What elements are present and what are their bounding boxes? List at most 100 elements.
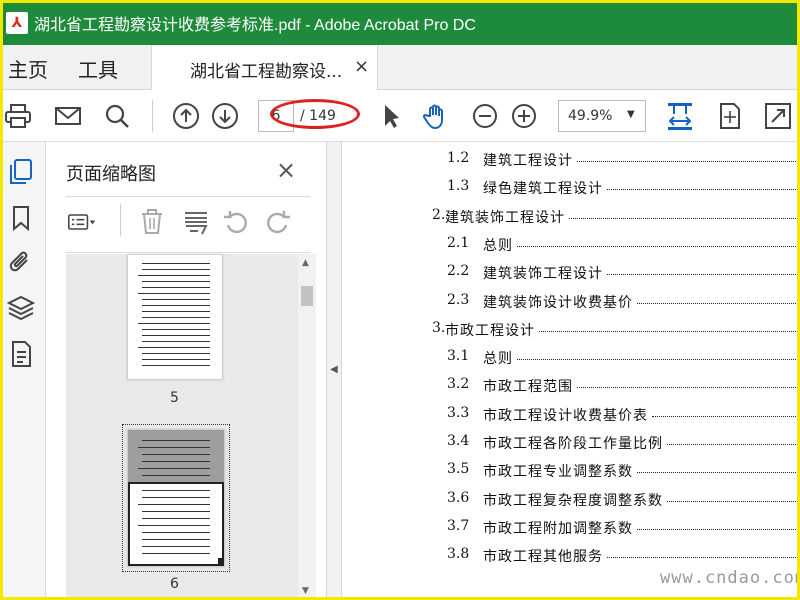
menu-home[interactable]: 主页: [8, 54, 48, 83]
email-icon[interactable]: [54, 102, 82, 130]
rotate-view-icon[interactable]: [716, 102, 744, 130]
toc-number: 3.2: [447, 376, 470, 393]
insert-page-icon[interactable]: [182, 208, 210, 236]
toc-number: 1.2: [447, 150, 470, 166]
toc-title: 市政工程附加调整系数: [483, 520, 633, 537]
document-view[interactable]: 1.2 建筑工程设计 1.3 绿色建筑工程设计 2. 建筑装饰工程设计 2.1 总则 2.2 建筑…: [342, 142, 800, 600]
thumbnail-text-line: [142, 317, 210, 318]
thumbnail-panel: 页面缩略图 × 5 6 ▲ ▼: [46, 142, 326, 600]
thumbnail-options-icon[interactable]: [68, 208, 96, 236]
toc-number: 2.: [432, 206, 446, 223]
toc-leader-dots: [539, 330, 800, 332]
rotate-left-icon[interactable]: [222, 208, 250, 236]
toc-title: 市政工程设计: [445, 322, 535, 339]
close-icon[interactable]: ×: [276, 156, 296, 184]
thumbnail-text-line: [142, 440, 210, 441]
search-icon[interactable]: [103, 102, 131, 130]
menu-tools[interactable]: 工具: [78, 54, 118, 83]
page-thumbnail-5[interactable]: [127, 254, 223, 380]
toc-leader-dots: [637, 528, 800, 530]
thumbnail-resize-handle[interactable]: [218, 558, 224, 566]
zoom-select[interactable]: 49.9% ▼: [558, 100, 646, 132]
chevron-down-icon: ▼: [627, 109, 635, 120]
page-thumbnail-6[interactable]: [127, 429, 225, 567]
toc-title: 市政工程复杂程度调整系数: [483, 492, 663, 509]
thumbnail-text-line: [142, 511, 210, 512]
thumbnail-text-line: [142, 461, 210, 462]
toc-number: 3.7: [447, 517, 470, 534]
toc-number: 3.8: [447, 546, 470, 563]
thumbnail-text-line: [142, 518, 210, 519]
toc-title: 绿色建筑工程设计: [483, 181, 603, 198]
watermark: www.cndao.com: [660, 568, 800, 588]
toc-number: 3.4: [447, 433, 470, 449]
bookmark-icon[interactable]: [7, 204, 35, 232]
thumbnail-text-line: [142, 335, 210, 336]
toc-leader-dots: [577, 387, 800, 389]
toc-leader-dots: [517, 359, 800, 361]
tab-close-icon[interactable]: ×: [354, 56, 369, 77]
delete-icon[interactable]: [138, 208, 166, 236]
thumbnail-text-line: [142, 329, 210, 330]
toc-number: 2.3: [447, 291, 470, 308]
toc-leader-dots: [607, 189, 800, 191]
document-properties-icon[interactable]: [7, 340, 35, 368]
tab-row: 主页 工具 湖北省工程勘察设... ×: [0, 45, 800, 90]
panel-splitter[interactable]: ◀: [326, 142, 342, 600]
collapse-panel-icon[interactable]: ◀: [330, 364, 338, 375]
thumbnail-text-line: [138, 347, 210, 348]
thumbnail-text-line: [142, 341, 210, 342]
toc-leader-dots: [577, 161, 800, 162]
toolbar-separator: [152, 100, 153, 132]
thumbnail-label: 6: [170, 576, 179, 592]
attachment-icon[interactable]: [7, 248, 35, 276]
window-title: 湖北省工程勘察设计收费参考标准.pdf - Adobe Acrobat Pro …: [34, 16, 476, 34]
toc-leader-dots: [517, 245, 800, 247]
toc-leader-dots: [637, 302, 800, 304]
toc-title: 建筑工程设计: [483, 153, 573, 169]
page-thumbnails-icon[interactable]: [7, 158, 35, 186]
thumbnail-text-line: [142, 490, 210, 491]
rotate-right-icon[interactable]: [264, 208, 292, 236]
acrobat-icon: ⅄: [6, 11, 28, 34]
title-bar: ⅄ 湖北省工程勘察设计收费参考标准.pdf - Adobe Acrobat Pr…: [0, 0, 800, 45]
thumbnail-text-line: [142, 281, 210, 282]
thumbnail-text-line: [138, 468, 210, 469]
thumbnail-text-line: [142, 305, 210, 306]
toc-leader-dots: [569, 217, 800, 219]
toc-title: 建筑装饰工程设计: [445, 209, 565, 226]
hand-tool-icon[interactable]: [422, 102, 450, 130]
previous-page-icon[interactable]: [172, 102, 200, 130]
toc-number: 2.2: [447, 263, 470, 280]
scrollbar-thumb[interactable]: [301, 286, 313, 306]
toc-number: 1.3: [447, 178, 470, 195]
fit-width-icon[interactable]: [666, 102, 694, 130]
toc-number: 3.5: [447, 461, 470, 478]
thumbnail-text-line: [142, 269, 210, 270]
scroll-down-icon[interactable]: ▼: [302, 586, 309, 596]
select-arrow-icon[interactable]: [376, 102, 404, 130]
print-icon[interactable]: [4, 102, 32, 130]
thumbnail-scroll-area[interactable]: 5 6: [66, 254, 298, 600]
full-screen-icon[interactable]: [764, 102, 792, 130]
thumbnail-text-line: [142, 539, 210, 540]
next-page-icon[interactable]: [211, 102, 239, 130]
panel-divider: [66, 252, 310, 253]
scroll-up-icon[interactable]: ▲: [302, 258, 309, 268]
thumbnail-text-line: [142, 359, 210, 360]
zoom-in-icon[interactable]: [510, 102, 538, 130]
toc-number: 3.6: [447, 489, 470, 506]
document-tab[interactable]: 湖北省工程勘察设... ×: [151, 45, 378, 90]
thumbnail-text-line: [138, 323, 210, 324]
thumbnail-text-line: [142, 532, 210, 533]
zoom-out-icon[interactable]: [471, 102, 499, 130]
layers-icon[interactable]: [7, 294, 35, 322]
toc-number: 3.: [432, 319, 446, 336]
thumbnail-text-line: [138, 275, 210, 276]
thumbnail-scrollbar[interactable]: ▲ ▼: [298, 254, 316, 600]
toc-leader-dots: [667, 500, 800, 502]
toc-title: 市政工程设计收费基价表: [483, 407, 648, 424]
panel-title: 页面缩略图: [66, 164, 156, 185]
toolbar: [0, 90, 800, 142]
thumbnail-text-line: [142, 546, 210, 547]
